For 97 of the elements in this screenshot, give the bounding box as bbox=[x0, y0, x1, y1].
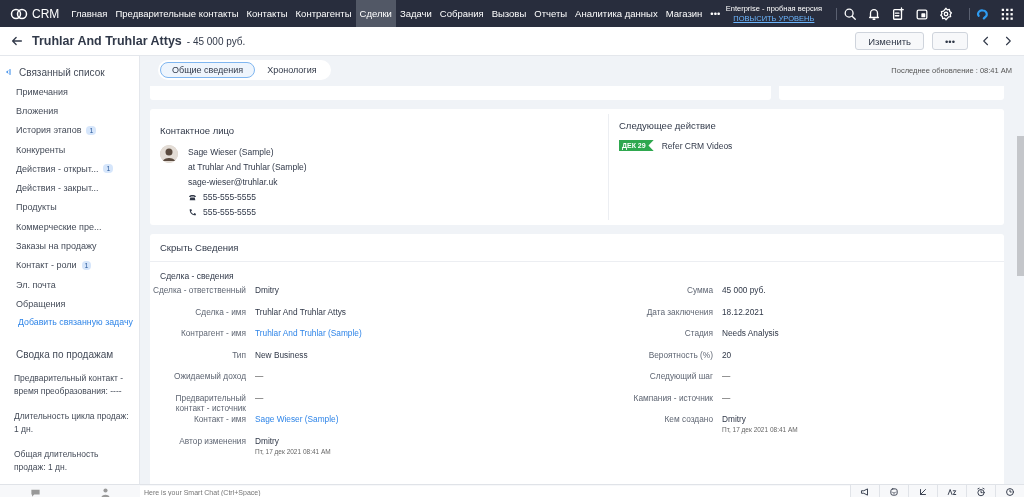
sidebar-item[interactable]: Действия - открыт... bbox=[16, 163, 99, 174]
brand-name: CRM bbox=[32, 6, 60, 21]
nav-tab[interactable]: Задачи bbox=[395, 0, 436, 27]
field-label: Вероятность (%) bbox=[647, 349, 713, 362]
sidebar-item[interactable]: Продукты bbox=[16, 202, 57, 213]
field-value: 45 000 руб. bbox=[722, 285, 767, 295]
phone-number: 555-555-5555 bbox=[203, 191, 256, 204]
field-value: — bbox=[722, 371, 732, 381]
more-menu[interactable]: ••• bbox=[706, 0, 725, 27]
contact-name: Sage Wieser (Sample) bbox=[188, 146, 275, 159]
apps-grid-icon[interactable] bbox=[1000, 6, 1014, 21]
nav-tab[interactable]: Контрагенты bbox=[291, 0, 356, 27]
nav-tab[interactable]: Собрания bbox=[435, 0, 488, 27]
back-arrow-icon[interactable] bbox=[10, 34, 24, 48]
sidebar-item[interactable]: Контакт - роли bbox=[16, 260, 77, 271]
sidebar-item[interactable]: Вложения bbox=[16, 105, 59, 116]
field-link[interactable]: Sage Wieser (Sample) bbox=[255, 414, 537, 424]
note-add-icon[interactable] bbox=[891, 6, 905, 21]
megaphone-icon[interactable] bbox=[860, 487, 870, 497]
scrollbar[interactable] bbox=[1017, 136, 1024, 276]
field-value: — bbox=[255, 392, 265, 403]
bell-icon[interactable] bbox=[867, 6, 881, 21]
field-label: Предварительный контакт - источник bbox=[174, 392, 246, 414]
field-label: Автор изменения bbox=[178, 435, 246, 448]
logo-icon[interactable] bbox=[10, 7, 28, 20]
sidebar-item[interactable]: Примечания bbox=[16, 86, 68, 97]
contact-email: sage-wieser@truhlar.uk bbox=[188, 176, 279, 189]
nav-tab[interactable]: Главная bbox=[67, 0, 112, 27]
nav-tab[interactable]: Вызовы bbox=[487, 0, 531, 27]
field-value: 20 bbox=[722, 349, 733, 360]
field-label: Следующий шаг bbox=[648, 371, 713, 383]
calendar-icon[interactable] bbox=[915, 6, 929, 21]
field-value: 18.12.2021 bbox=[722, 306, 765, 317]
nav-tab[interactable]: Контакты bbox=[242, 0, 292, 27]
contact-company: at Truhlar And Truhlar (Sample) bbox=[188, 161, 307, 174]
field-label: Кем создано bbox=[663, 414, 713, 426]
field-label: Дата заключения bbox=[645, 306, 713, 319]
add-related-link[interactable]: Добавить связанную задачу bbox=[18, 316, 133, 327]
field-value: — bbox=[722, 392, 732, 403]
record-title: Truhlar And Truhlar Attys bbox=[32, 34, 182, 48]
field-value: Dmitry bbox=[722, 414, 747, 424]
search-icon[interactable] bbox=[843, 6, 857, 21]
field-value: Truhlar And Truhlar Attys bbox=[255, 306, 347, 317]
summary-text: Предварительный контакт - время преобразования: ---- bbox=[13, 371, 125, 398]
section-toggle[interactable]: Скрыть Сведения bbox=[150, 234, 1004, 262]
alarm-icon[interactable] bbox=[976, 487, 986, 497]
edit-button[interactable]: Изменить bbox=[855, 32, 924, 50]
history-icon[interactable] bbox=[1005, 487, 1015, 497]
field-label: Сумма bbox=[685, 285, 713, 297]
more-button[interactable]: ••• bbox=[932, 32, 968, 50]
nav-tab[interactable]: Аналитика данных bbox=[571, 0, 662, 27]
field-label: Контакт - имя bbox=[192, 414, 246, 426]
field-label: Сделка - ответственный bbox=[151, 285, 246, 297]
field-value: Dmitry bbox=[255, 435, 280, 446]
collapse-icon[interactable] bbox=[4, 68, 12, 76]
view-tab[interactable]: Общие сведения bbox=[160, 62, 256, 78]
emoji-icon[interactable] bbox=[889, 487, 899, 497]
section-title: Сделка - сведения bbox=[159, 270, 235, 283]
card-title: Контактное лицо bbox=[160, 125, 236, 136]
sidebar-item[interactable]: История этапов bbox=[16, 125, 82, 136]
phone-icon[interactable] bbox=[188, 208, 197, 217]
avatar bbox=[160, 145, 178, 163]
summary-text: Общая длительность продаж: 1 дн. bbox=[13, 447, 100, 474]
translate-icon[interactable] bbox=[947, 487, 957, 497]
nav-tab[interactable]: Отчеты bbox=[530, 0, 572, 27]
nav-tab[interactable]: Сделки bbox=[355, 0, 396, 27]
field-label: Кампания - источник bbox=[632, 392, 713, 405]
field-link[interactable]: Truhlar And Truhlar (Sample) bbox=[255, 328, 537, 338]
record-amount: - 45 000 руб. bbox=[186, 35, 246, 47]
field-label: Тип bbox=[231, 349, 246, 362]
summary-text: Длительность цикла продаж: 1 дн. bbox=[13, 409, 130, 436]
card-title: Следующее действие bbox=[619, 120, 717, 131]
telephone-icon[interactable] bbox=[188, 193, 197, 202]
mobile-number: 555-555-5555 bbox=[203, 206, 256, 219]
field-label: Сделка - имя bbox=[194, 306, 246, 319]
sidebar-item[interactable]: Действия - закрыт... bbox=[16, 183, 99, 194]
field-value: — bbox=[255, 371, 265, 381]
contacts-icon[interactable] bbox=[99, 486, 111, 497]
sidebar-item[interactable]: Обращения bbox=[16, 298, 66, 309]
field-label: Ожидаемый доход bbox=[173, 371, 246, 383]
arrow-icon[interactable] bbox=[918, 487, 928, 497]
field-label: Стадия bbox=[683, 328, 713, 340]
field-value: New Business bbox=[255, 349, 309, 360]
field-value: Needs Analysis bbox=[722, 328, 780, 338]
sidebar-title: Связанный список bbox=[19, 66, 105, 78]
settings-icon[interactable] bbox=[939, 6, 953, 21]
sidebar-item[interactable]: Эл. почта bbox=[16, 279, 56, 290]
nav-tab[interactable]: Предварительные контакты bbox=[111, 0, 243, 27]
view-tab[interactable]: Хронология bbox=[255, 62, 329, 78]
task-subject: Refer CRM Videos bbox=[661, 140, 733, 151]
sidebar-item[interactable]: Заказы на продажу bbox=[16, 241, 97, 251]
sidebar-item[interactable]: Конкуренты bbox=[16, 144, 66, 155]
field-label: Контрагент - имя bbox=[179, 328, 246, 340]
field-value: Dmitry bbox=[255, 285, 280, 295]
sidebar-item[interactable]: Коммерческие пре... bbox=[16, 221, 102, 232]
nav-tab[interactable]: Магазин bbox=[661, 0, 707, 27]
summary-title: Сводка по продажам bbox=[15, 347, 115, 360]
